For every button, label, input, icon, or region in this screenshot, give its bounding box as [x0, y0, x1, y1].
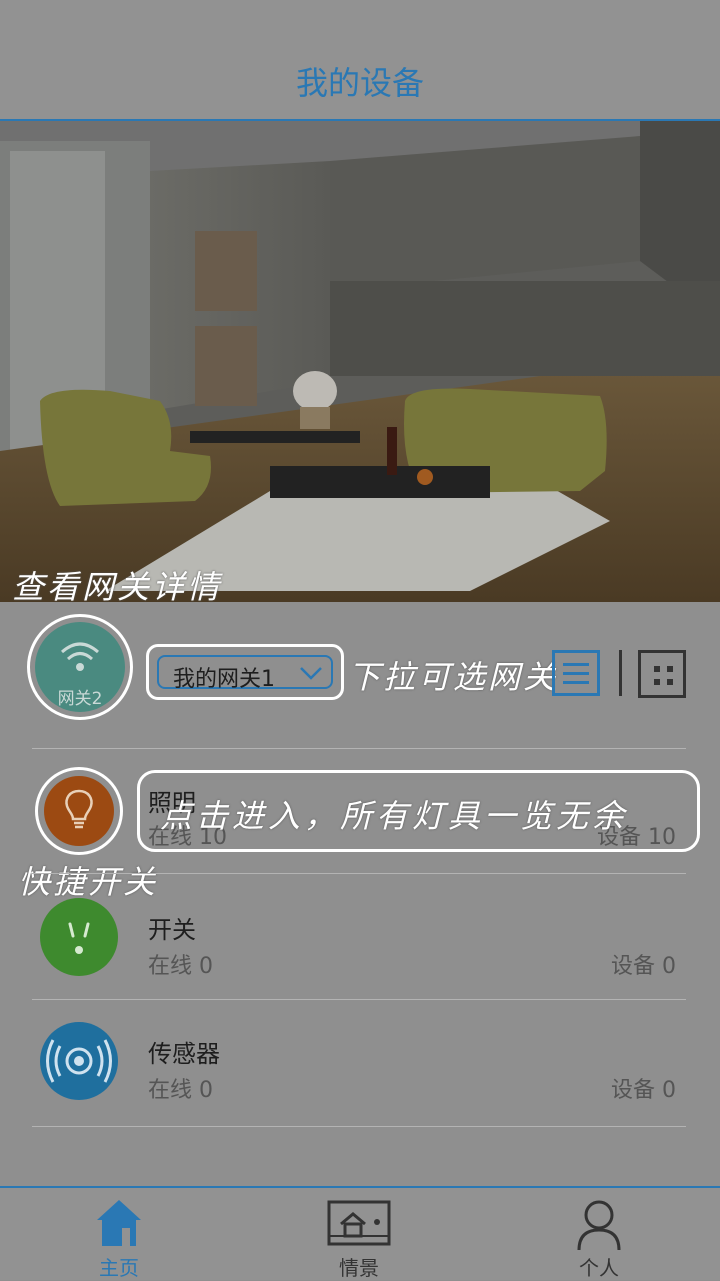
tab-label: 情景: [339, 1256, 379, 1280]
dropdown-hint: 下拉可选网关: [348, 658, 559, 696]
gateway-select-callout: 我的网关1: [146, 644, 344, 700]
divider: [32, 1126, 686, 1127]
switch-icon-bg[interactable]: [40, 898, 118, 976]
grid-dot: [654, 679, 660, 685]
living-room-banner[interactable]: [0, 121, 720, 602]
device-row-switch[interactable]: 开关 在线 0 设备 0: [0, 874, 720, 1000]
grid-view-button[interactable]: [638, 650, 686, 698]
tab-profile[interactable]: 个人: [529, 1188, 669, 1280]
gateway-badge[interactable]: 网关2: [27, 614, 133, 720]
device-online: 在线 0: [148, 1078, 214, 1103]
socket-icon: [68, 922, 90, 954]
gateway-badge-inner: 网关2: [35, 622, 125, 712]
page-title: 我的设备: [295, 64, 424, 102]
list-view-button[interactable]: [552, 650, 600, 696]
grid-dot: [667, 679, 673, 685]
living-room-image: [0, 121, 720, 602]
tab-label: 个人: [579, 1256, 619, 1280]
gateway-detail-hint: 查看网关详情: [12, 568, 223, 606]
device-name: 开关: [148, 916, 196, 944]
device-name: 传感器: [148, 1040, 220, 1068]
wifi-icon: [61, 642, 99, 671]
home-icon: [97, 1200, 141, 1246]
tab-label: 主页: [99, 1256, 139, 1280]
tab-scene[interactable]: 情景: [289, 1188, 429, 1280]
device-row-sensor[interactable]: 传感器 在线 0 设备 0: [0, 1000, 720, 1126]
list-line: [563, 663, 589, 666]
lighting-quick-switch[interactable]: [35, 767, 123, 855]
view-divider: [619, 650, 622, 696]
lightbulb-icon: [65, 789, 93, 829]
gateway-dropdown-value: 我的网关1: [173, 667, 275, 692]
person-icon: [577, 1200, 621, 1251]
enter-callout: 点击进入，所有灯具一览无余: [137, 770, 700, 852]
gateway-dropdown[interactable]: 我的网关1: [157, 655, 333, 692]
sensor-icon: [46, 1039, 112, 1083]
grid-dot: [667, 666, 673, 672]
tab-home[interactable]: 主页: [49, 1188, 189, 1280]
device-count: 设备 0: [610, 1078, 676, 1103]
bottom-tab-bar: 主页 情景 个人: [0, 1186, 720, 1280]
enter-hint: 点击进入，所有灯具一览无余: [160, 797, 629, 835]
device-count: 设备 0: [610, 954, 676, 979]
grid-dot: [654, 666, 660, 672]
top-bar: 我的设备: [0, 0, 720, 121]
chevron-down-icon: [300, 667, 322, 680]
gateway-badge-label: 网关2: [57, 689, 103, 709]
list-line: [563, 672, 589, 675]
list-line: [563, 681, 589, 684]
scene-icon: [327, 1200, 391, 1246]
sensor-icon-bg[interactable]: [40, 1022, 118, 1100]
device-online: 在线 0: [148, 954, 214, 979]
